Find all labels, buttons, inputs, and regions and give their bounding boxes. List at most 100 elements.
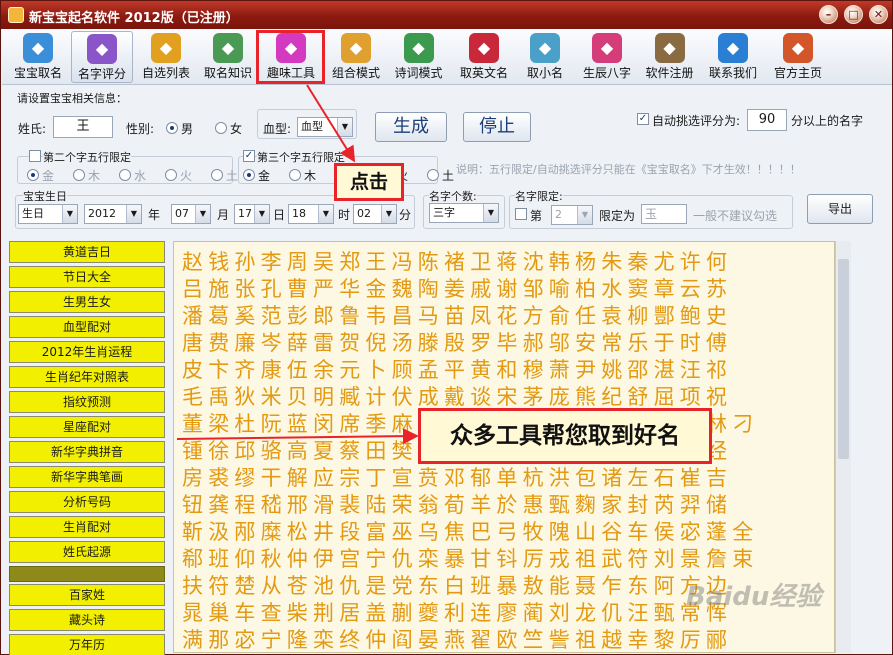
limit-char-input[interactable]: 玉 bbox=[641, 204, 687, 224]
export-button[interactable]: 导出 bbox=[807, 194, 873, 224]
toolbar-button-3[interactable]: ◆ 取名知识 bbox=[198, 31, 258, 83]
title-bar: 新宝宝起名软件 2012版（已注册） – □ ✕ bbox=[1, 1, 892, 29]
second-char-checkbox[interactable] bbox=[29, 150, 41, 162]
scrollbar-thumb[interactable] bbox=[838, 259, 849, 459]
surname-row[interactable]: 晁巢车查柴荆居盖蒯夔利连廖蔺刘龙仉汪甄常恽 bbox=[182, 601, 732, 626]
surname-row[interactable]: 房裘缪干解应宗丁宣贲邓郁单杭洪包诸左石崔吉 bbox=[182, 466, 732, 491]
toolbar-button-6[interactable]: ◆ 诗词模式 bbox=[388, 31, 449, 83]
sidebar-item-4[interactable]: 2012年生肖运程 bbox=[9, 341, 165, 363]
blood-type-label: 血型: bbox=[263, 122, 292, 136]
home-icon: ◆ bbox=[783, 33, 813, 63]
chevron-down-icon: ▼ bbox=[483, 204, 498, 222]
settings-group-title: 请设置宝宝相关信息： bbox=[17, 92, 127, 105]
third-char-checkbox[interactable]: ✓ bbox=[243, 150, 255, 162]
gender-female-radio[interactable] bbox=[215, 122, 227, 134]
surname-row[interactable]: 满那宓宁隆栾终仲阎晏燕翟欧竺訾祖越幸黎厉郦 bbox=[182, 628, 732, 652]
year-select[interactable]: 2012 ▼ bbox=[84, 204, 142, 224]
close-button[interactable]: ✕ bbox=[869, 5, 888, 24]
surname-row[interactable]: 唐费廉岑薛雷贺倪汤滕殷罗毕郝邬安常乐于时傅 bbox=[182, 331, 732, 356]
sidebar-item-10[interactable]: 分析号码 bbox=[9, 491, 165, 513]
name-length-label: 名字个数: bbox=[429, 188, 477, 204]
auto-pick-score-input[interactable]: 90 bbox=[747, 109, 787, 131]
sidebar-item-8[interactable]: 新华字典拼音 bbox=[9, 441, 165, 463]
minute-select[interactable]: 02 ▼ bbox=[353, 204, 397, 224]
hour-select[interactable]: 18 ▼ bbox=[288, 204, 334, 224]
stop-button[interactable]: 停止 bbox=[463, 112, 531, 142]
gender-male-radio[interactable] bbox=[166, 122, 178, 134]
sidebar-item-2[interactable]: 生男生女 bbox=[9, 291, 165, 313]
element-label: 金 bbox=[258, 169, 271, 183]
sidebar-item-9[interactable]: 新华字典笔画 bbox=[9, 466, 165, 488]
day-select[interactable]: 17 ▼ bbox=[234, 204, 270, 224]
baby-people-icon: ◆ bbox=[23, 33, 53, 63]
magnifier-icon: ◆ bbox=[341, 33, 371, 63]
surname-row[interactable]: 钮龚程嵇邢滑裴陆荣翁荀羊於惠甄麴家封芮羿储 bbox=[182, 493, 732, 518]
month-select[interactable]: 07 ▼ bbox=[171, 204, 211, 224]
element-radio-4[interactable] bbox=[211, 169, 223, 181]
toolbar-button-10[interactable]: ◆ 软件注册 bbox=[638, 31, 701, 83]
surname-row[interactable]: 潘葛奚范彭郎鲁韦昌马苗凤花方俞任袁柳酆鲍史 bbox=[182, 304, 732, 329]
minute-value: 02 bbox=[357, 207, 371, 220]
surname-row[interactable]: 毛禹狄米贝明臧计伏成戴谈宋茅庞熊纪舒屈项祝 bbox=[182, 385, 732, 410]
element-radio-2[interactable] bbox=[119, 169, 131, 181]
maximize-button[interactable]: □ bbox=[844, 5, 863, 24]
surname-row[interactable]: 扶符楚从苍池仇是党东白班暴敖能聂乍东阿方边 bbox=[182, 574, 732, 599]
surname-row[interactable]: 吕施张孔曹严华金魏陶姜戚谢邹喻柏水窦章云苏 bbox=[182, 277, 732, 302]
sidebar-item-14[interactable]: 百家姓 bbox=[9, 584, 165, 606]
hour-value: 18 bbox=[292, 207, 306, 220]
vertical-scrollbar[interactable] bbox=[835, 241, 851, 653]
poem-reader-icon: ◆ bbox=[403, 33, 434, 63]
element-radio-4[interactable] bbox=[427, 169, 439, 181]
element-radio-0[interactable] bbox=[27, 169, 39, 181]
toolbar-button-9[interactable]: ◆ 生辰八字 bbox=[576, 31, 638, 83]
sidebar-item-12[interactable]: 姓氏起源 bbox=[9, 541, 165, 563]
us-flag-icon: ◆ bbox=[469, 33, 499, 63]
sidebar-item-15[interactable]: 藏头诗 bbox=[9, 609, 165, 631]
sidebar-item-6[interactable]: 指纹预测 bbox=[9, 391, 165, 413]
day-type-select[interactable]: 生日 ▼ bbox=[18, 204, 78, 224]
second-char-label: 第二个字五行限定 bbox=[43, 149, 131, 165]
element-label: 火 bbox=[180, 169, 193, 183]
surname-row[interactable]: 皮卞齐康伍余元卜顾孟平黄和穆萧尹姚邵湛汪祁 bbox=[182, 358, 732, 383]
app-logo-icon bbox=[8, 7, 24, 23]
toolbar-button-12[interactable]: ◆ 官方主页 bbox=[765, 31, 831, 83]
blood-type-select[interactable]: 血型 ▼ bbox=[297, 117, 353, 137]
sidebar-item-5[interactable]: 生肖纪年对照表 bbox=[9, 366, 165, 388]
element-radio-1[interactable] bbox=[73, 169, 85, 181]
element-radio-1[interactable] bbox=[289, 169, 301, 181]
minimize-button[interactable]: – bbox=[819, 5, 838, 24]
toolbar-button-7[interactable]: ◆ 取英文名 bbox=[451, 31, 517, 83]
surname-input[interactable]: 王 bbox=[53, 116, 113, 138]
toolbar-label: 诗词模式 bbox=[394, 66, 443, 80]
limit-position-select[interactable]: 2 ▼ bbox=[551, 205, 593, 225]
toolbar-button-0[interactable]: ◆ 宝宝取名 bbox=[6, 31, 70, 83]
toolbar-button-11[interactable]: ◆ 联系我们 bbox=[702, 31, 764, 83]
sidebar-item-3[interactable]: 血型配对 bbox=[9, 316, 165, 338]
surname-row[interactable]: 赵钱孙李周吴郑王冯陈褚卫蒋沈韩杨朱秦尤许何 bbox=[182, 250, 732, 275]
surname-row[interactable]: 靳汲邴糜松井段富巫乌焦巴弓牧隗山谷车侯宓蓬全 bbox=[182, 520, 758, 545]
tools-sidebar: 黄道吉日节日大全生男生女血型配对 2012年生肖运程 生肖纪年对照表 指纹预测星座配对… bbox=[7, 239, 169, 655]
sidebar-item-7[interactable]: 星座配对 bbox=[9, 416, 165, 438]
element-label: 木 bbox=[304, 169, 317, 183]
auto-pick-checkbox[interactable]: ✓ bbox=[637, 113, 649, 125]
toolbar-label: 软件注册 bbox=[645, 66, 694, 80]
generate-button[interactable]: 生成 bbox=[375, 112, 447, 142]
element-radio-3[interactable] bbox=[165, 169, 177, 181]
chevron-down-icon: ▼ bbox=[381, 205, 396, 223]
name-limit-checkbox[interactable] bbox=[515, 208, 527, 220]
name-length-value: 三字 bbox=[433, 206, 455, 219]
toolbar-button-8[interactable]: ◆ 取小名 bbox=[518, 31, 572, 83]
sidebar-item-1[interactable]: 节日大全 bbox=[9, 266, 165, 288]
surname-row[interactable]: 郗班仰秋仲伊宫宁仇栾暴甘钭厉戎祖武符刘景詹束 bbox=[182, 547, 758, 572]
minute-unit: 分 bbox=[399, 208, 412, 222]
toolbar-button-1[interactable]: ◆ 名字评分 bbox=[71, 31, 133, 83]
name-length-select[interactable]: 三字 ▼ bbox=[429, 203, 499, 223]
sidebar-item-0[interactable]: 黄道吉日 bbox=[9, 241, 165, 263]
toolbar-label: 取英文名 bbox=[459, 66, 508, 80]
toolbar-button-5[interactable]: ◆ 组合模式 bbox=[326, 31, 386, 83]
element-radio-0[interactable] bbox=[243, 169, 255, 181]
sidebar-item-16[interactable]: 万年历 bbox=[9, 634, 165, 655]
birthday-label: 宝宝生日 bbox=[23, 188, 67, 204]
toolbar-button-2[interactable]: ◆ 自选列表 bbox=[135, 31, 197, 83]
sidebar-item-11[interactable]: 生肖配对 bbox=[9, 516, 165, 538]
